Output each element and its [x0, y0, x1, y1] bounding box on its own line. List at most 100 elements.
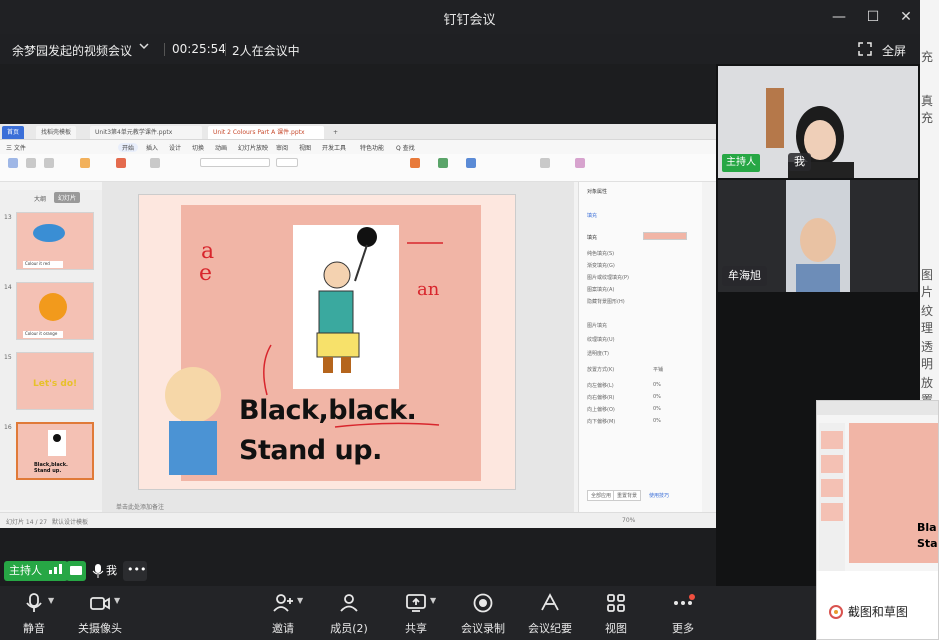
slides-tab[interactable]: 幻灯片 [54, 192, 81, 203]
self-mic[interactable]: 我 [88, 561, 120, 581]
menu-item[interactable]: Q 查找 [396, 143, 415, 152]
field-label: 向左偏移(L) [587, 383, 614, 389]
fill-option[interactable]: 渐变填充(G) [587, 262, 615, 269]
fill-option[interactable]: 图案填充(A) [587, 286, 614, 293]
participant-name-self: 我 [788, 153, 811, 171]
apply-all-button[interactable]: 全部应用 [587, 490, 616, 501]
field-label: 向上偏移(O) [587, 407, 615, 413]
panel-tab-fill[interactable]: 填充 [587, 212, 597, 219]
fill-section[interactable]: 填充 [587, 234, 597, 241]
offset-input[interactable]: 0% [653, 394, 661, 400]
menu-item[interactable]: 特色功能 [360, 143, 384, 152]
camera-icon [90, 597, 110, 610]
mute-label: 静音 [23, 622, 45, 635]
paste-icon[interactable] [8, 158, 18, 168]
font-size-select[interactable] [276, 158, 298, 167]
menu-item[interactable]: 开始 [118, 143, 139, 152]
participant-tile-2[interactable]: 牟海旭 [718, 180, 918, 292]
minimize-button[interactable]: — [822, 5, 856, 29]
wps-tab-new[interactable]: + [328, 126, 343, 139]
mute-options-caret-icon[interactable]: ▼ [48, 596, 54, 605]
wps-tab-doc2[interactable]: Unit 2 Colours Part A 课件.pptx [208, 126, 324, 139]
copy-icon[interactable] [44, 158, 54, 168]
menu-item[interactable]: 审阅 [276, 143, 288, 152]
menu-item[interactable]: 视图 [299, 143, 311, 152]
slide-text-line2[interactable]: Stand up. [239, 435, 382, 466]
reset-background-button[interactable]: 重置背景 [613, 490, 642, 501]
camera-button[interactable]: 关摄像头 [70, 592, 130, 636]
offset-input[interactable]: 0% [653, 406, 661, 412]
menu-item[interactable]: 开发工具 [322, 143, 346, 152]
find-icon[interactable] [540, 158, 550, 168]
minutes-label: 会议纪要 [528, 622, 572, 635]
maximize-button[interactable]: ☐ [856, 5, 890, 29]
fill-option-selected[interactable]: 图片或纹理填充(P) [587, 274, 629, 281]
participant-count: 2人在会议中 [232, 44, 300, 58]
placement-select[interactable]: 平铺 [653, 366, 663, 373]
invite-button[interactable]: 邀请 [253, 592, 313, 636]
picture-icon[interactable] [466, 158, 476, 168]
select-icon[interactable] [575, 158, 585, 168]
mute-button[interactable]: 静音 [4, 592, 64, 636]
self-more-button[interactable]: ••• [123, 561, 147, 581]
participant-tile-self[interactable]: 主持人 我 [718, 66, 918, 178]
textbox-icon[interactable] [410, 158, 420, 168]
menu-item[interactable]: 三 文件 [6, 143, 26, 152]
meeting-window: 钉钉会议 — ☐ ✕ 余梦园发起的视频会议 00:25:54 2人在会议中 全屏… [0, 0, 939, 640]
participant-name: 牟海旭 [722, 266, 767, 286]
zoom-level[interactable]: 70% [622, 517, 635, 524]
chevron-down-icon[interactable] [138, 40, 150, 56]
slide-thumbnail[interactable]: Let's do! [16, 352, 94, 410]
shape-icon[interactable] [438, 158, 448, 168]
field-label: 放置方式(K) [587, 367, 615, 373]
share-options-caret-icon[interactable]: ▼ [430, 596, 436, 605]
slide-text-line1[interactable]: Black,black. [239, 395, 417, 426]
slide-thumbnail-panel: 大纲 幻灯片 13 Colour it red 14 Colour it ora… [0, 190, 102, 510]
view-button[interactable]: 视图 [586, 592, 646, 636]
new-slide-icon[interactable] [116, 158, 126, 168]
wps-tab-doc1[interactable]: Unit3第4单元教学课件.pptx [90, 126, 202, 139]
fullscreen-icon[interactable] [858, 41, 872, 56]
slide-canvas[interactable]: a e an Black,black. Stand up. [102, 182, 574, 512]
thumb-caption: Black,black. Stand up. [34, 462, 68, 474]
tips-link[interactable]: 使用技巧 [649, 492, 669, 499]
layout-icon[interactable] [150, 158, 160, 168]
slide-thumbnail-selected[interactable]: Black,black. Stand up. [16, 422, 94, 480]
fill-option[interactable]: 纯色填充(S) [587, 250, 614, 257]
desktop-text: 图片 [921, 268, 934, 299]
fullscreen-button[interactable]: 全屏 [882, 42, 906, 59]
desktop-text: 透明 [921, 340, 934, 371]
screen-share-indicator-icon[interactable] [66, 561, 86, 581]
slide-thumbnail[interactable]: Colour it red [16, 212, 94, 270]
share-button[interactable]: 共享 [386, 592, 446, 636]
camera-options-caret-icon[interactable]: ▼ [114, 596, 120, 605]
fill-color-swatch[interactable] [643, 232, 687, 240]
meeting-title[interactable]: 余梦园发起的视频会议 [12, 42, 132, 59]
more-button[interactable]: 更多 [653, 592, 713, 636]
menu-item[interactable]: 动画 [215, 143, 227, 152]
screenshot-sketch-button[interactable]: 截图和草图 [828, 603, 908, 627]
slide-thumbnail[interactable]: Colour it orange [16, 282, 94, 340]
close-button[interactable]: ✕ [889, 5, 923, 29]
members-button[interactable]: 成员(2) [319, 592, 379, 636]
wps-tab-bar: 首页 找稻壳模板 Unit3第4单元教学课件.pptx Unit 2 Colou… [0, 124, 716, 140]
outline-tab[interactable]: 大纲 [34, 194, 46, 203]
menu-item[interactable]: 幻灯片放映 [238, 143, 268, 152]
cut-icon[interactable] [26, 158, 36, 168]
thumb-number: 16 [4, 424, 12, 431]
menu-item[interactable]: 设计 [169, 143, 181, 152]
wps-tab-templates[interactable]: 找稻壳模板 [36, 126, 77, 139]
font-select[interactable] [200, 158, 270, 167]
notes-placeholder[interactable]: 单击此处添加备注 [116, 502, 164, 511]
offset-input[interactable]: 0% [653, 418, 661, 424]
format-painter-icon[interactable] [80, 158, 90, 168]
offset-input[interactable]: 0% [653, 382, 661, 388]
wps-tab-home[interactable]: 首页 [2, 126, 25, 139]
fill-checkbox[interactable]: 隐藏背景图形(H) [587, 298, 625, 305]
minutes-button[interactable]: 会议纪要 [520, 592, 580, 636]
current-slide[interactable]: a e an Black,black. Stand up. [138, 194, 516, 490]
menu-item[interactable]: 切换 [192, 143, 204, 152]
menu-item[interactable]: 插入 [146, 143, 158, 152]
record-button[interactable]: 会议录制 [453, 592, 513, 636]
invite-options-caret-icon[interactable]: ▼ [297, 596, 303, 605]
